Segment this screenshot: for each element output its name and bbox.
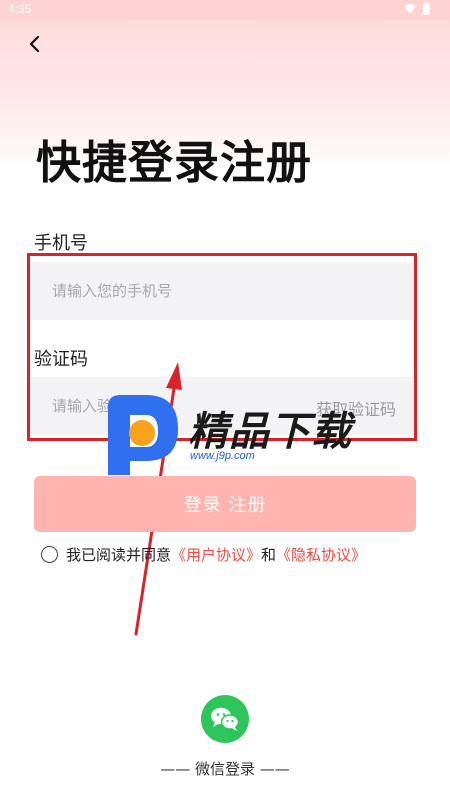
agreement-checkbox[interactable] <box>41 546 58 563</box>
agreement-prefix: 我已阅读并同意 <box>66 546 172 564</box>
wechat-login-caption: —— 微信登录 —— <box>160 760 290 778</box>
agreement-and: 和 <box>261 546 277 564</box>
battery-icon <box>423 3 430 15</box>
wifi-icon <box>404 4 416 14</box>
status-time: 4:35 <box>8 2 32 16</box>
watermark-url: www.j9p.com <box>190 450 255 462</box>
wechat-icon <box>211 707 240 731</box>
get-code-button[interactable]: 获取验证码 <box>316 396 396 420</box>
privacy-policy-link[interactable]: 《隐私协议》 <box>276 544 366 565</box>
code-input[interactable] <box>52 377 252 435</box>
user-agreement-link[interactable]: 《用户协议》 <box>171 544 261 565</box>
wechat-login-button[interactable] <box>201 695 249 743</box>
phone-label: 手机号 <box>34 233 88 254</box>
chevron-left-icon <box>29 35 40 53</box>
login-register-button[interactable]: 登录 注册 <box>34 476 416 532</box>
back-button[interactable] <box>22 30 50 58</box>
phone-input[interactable] <box>52 262 282 320</box>
code-label: 验证码 <box>34 349 88 370</box>
code-input-row: 获取验证码 <box>30 377 414 435</box>
status-icons <box>404 3 430 15</box>
agreement-row: 我已阅读并同意 《用户协议》 和 《隐私协议》 <box>41 544 366 565</box>
phone-input-row <box>30 262 414 320</box>
page-title: 快捷登录注册 <box>36 136 313 189</box>
status-bar: 4:35 <box>0 0 450 20</box>
